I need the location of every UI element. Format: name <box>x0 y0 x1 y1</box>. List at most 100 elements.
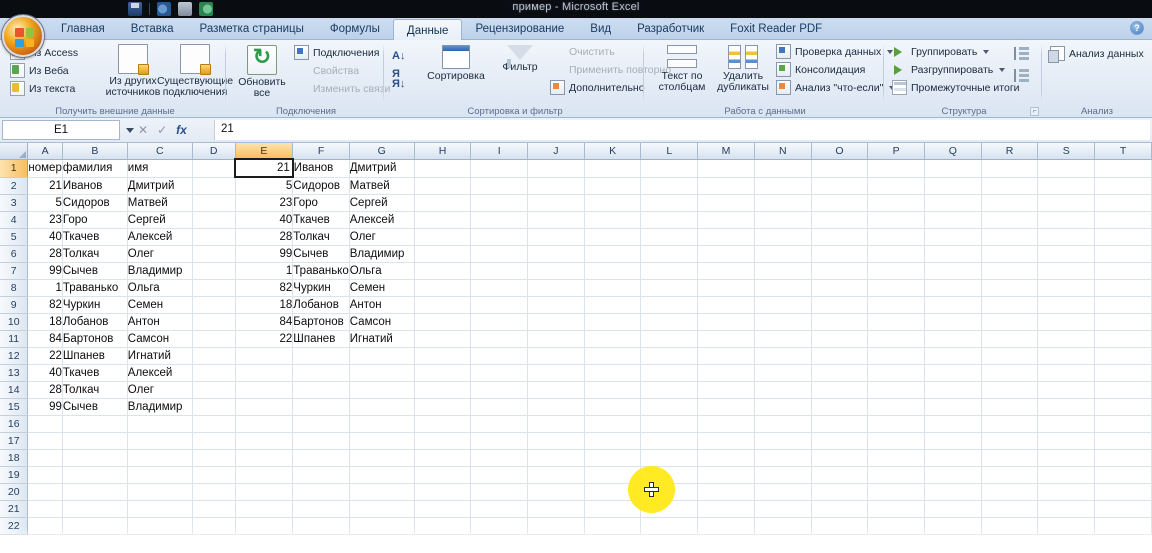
cell-N3[interactable] <box>754 194 812 212</box>
cell-E19[interactable] <box>235 466 294 484</box>
cell-O4[interactable] <box>811 211 869 229</box>
cell-N16[interactable] <box>754 415 812 433</box>
cell-M17[interactable] <box>697 432 755 450</box>
cell-O18[interactable] <box>811 449 869 467</box>
cell-K11[interactable] <box>584 330 642 348</box>
cell-R2[interactable] <box>981 177 1039 195</box>
cell-T8[interactable] <box>1094 279 1152 297</box>
cell-H15[interactable] <box>414 398 472 416</box>
cell-H8[interactable] <box>414 279 472 297</box>
cell-F1[interactable]: Иванов <box>292 159 350 178</box>
cell-J2[interactable] <box>527 177 585 195</box>
cell-T2[interactable] <box>1094 177 1152 195</box>
cell-I16[interactable] <box>470 415 529 433</box>
cell-P22[interactable] <box>867 517 926 535</box>
cell-B9[interactable]: Чуркин <box>62 296 128 314</box>
cell-S6[interactable] <box>1037 245 1096 263</box>
cell-I12[interactable] <box>470 347 529 365</box>
cell-S4[interactable] <box>1037 211 1096 229</box>
cell-T18[interactable] <box>1094 449 1152 467</box>
cell-K10[interactable] <box>584 313 642 331</box>
cell-S21[interactable] <box>1037 500 1096 518</box>
row-header-4[interactable]: 4 <box>0 211 29 229</box>
cell-S15[interactable] <box>1037 398 1096 416</box>
cell-L8[interactable] <box>640 279 699 297</box>
cell-L18[interactable] <box>640 449 699 467</box>
row-header-18[interactable]: 18 <box>0 449 29 467</box>
cell-B20[interactable] <box>62 483 128 501</box>
cell-E11[interactable]: 22 <box>235 330 294 348</box>
cell-B11[interactable]: Бартонов <box>62 330 128 348</box>
cell-N17[interactable] <box>754 432 812 450</box>
cell-H17[interactable] <box>414 432 472 450</box>
cell-R11[interactable] <box>981 330 1039 348</box>
cell-G3[interactable]: Сергей <box>349 194 415 212</box>
cell-B2[interactable]: Иванов <box>62 177 128 195</box>
cell-I3[interactable] <box>470 194 529 212</box>
cell-N10[interactable] <box>754 313 812 331</box>
column-header-r[interactable]: R <box>981 143 1039 160</box>
cell-H14[interactable] <box>414 381 472 399</box>
cell-G18[interactable] <box>349 449 415 467</box>
cell-A18[interactable] <box>27 449 63 467</box>
cell-N19[interactable] <box>754 466 812 484</box>
cell-P10[interactable] <box>867 313 926 331</box>
cell-F14[interactable] <box>292 381 350 399</box>
cell-B6[interactable]: Толкач <box>62 245 128 263</box>
filter-button[interactable]: Фильтр <box>496 45 544 73</box>
cell-R18[interactable] <box>981 449 1039 467</box>
cell-I4[interactable] <box>470 211 529 229</box>
cell-H13[interactable] <box>414 364 472 382</box>
cell-B10[interactable]: Лобанов <box>62 313 128 331</box>
cell-B1[interactable]: фамилия <box>62 159 128 178</box>
cell-O12[interactable] <box>811 347 869 365</box>
row-header-12[interactable]: 12 <box>0 347 29 365</box>
text-to-columns-button[interactable]: Текст по столбцам <box>654 45 710 93</box>
cell-K4[interactable] <box>584 211 642 229</box>
cell-O15[interactable] <box>811 398 869 416</box>
cell-Q5[interactable] <box>924 228 982 246</box>
cell-K14[interactable] <box>584 381 642 399</box>
consolidate-button[interactable]: Консолидация <box>776 62 880 77</box>
cell-J15[interactable] <box>527 398 585 416</box>
cell-R9[interactable] <box>981 296 1039 314</box>
cell-Q4[interactable] <box>924 211 982 229</box>
what-if-analysis-button[interactable]: Анализ "что-если" <box>776 80 896 95</box>
cell-I13[interactable] <box>470 364 529 382</box>
cell-C2[interactable]: Дмитрий <box>127 177 193 195</box>
row-header-7[interactable]: 7 <box>0 262 29 280</box>
cell-P5[interactable] <box>867 228 926 246</box>
cell-B15[interactable]: Сычев <box>62 398 128 416</box>
cell-D6[interactable] <box>192 245 236 263</box>
cell-J14[interactable] <box>527 381 585 399</box>
cell-D4[interactable] <box>192 211 236 229</box>
cell-Q10[interactable] <box>924 313 982 331</box>
column-header-d[interactable]: D <box>192 143 236 160</box>
cell-F3[interactable]: Горо <box>292 194 350 212</box>
cell-B13[interactable]: Ткачев <box>62 364 128 382</box>
cell-G15[interactable] <box>349 398 415 416</box>
cell-D22[interactable] <box>192 517 236 535</box>
cell-Q2[interactable] <box>924 177 982 195</box>
chevron-down-icon[interactable] <box>983 49 990 54</box>
cell-R21[interactable] <box>981 500 1039 518</box>
tab-page-layout[interactable]: Разметка страницы <box>187 18 317 40</box>
cell-F16[interactable] <box>292 415 350 433</box>
cell-K6[interactable] <box>584 245 642 263</box>
cell-C22[interactable] <box>127 517 193 535</box>
cell-M16[interactable] <box>697 415 755 433</box>
cell-P11[interactable] <box>867 330 926 348</box>
cell-I22[interactable] <box>470 517 529 535</box>
cell-A10[interactable]: 18 <box>27 313 63 331</box>
refresh-all-button[interactable]: Обновить все <box>236 44 288 99</box>
cell-O10[interactable] <box>811 313 869 331</box>
cell-O8[interactable] <box>811 279 869 297</box>
cell-Q17[interactable] <box>924 432 982 450</box>
cell-M6[interactable] <box>697 245 755 263</box>
cell-O7[interactable] <box>811 262 869 280</box>
cell-J11[interactable] <box>527 330 585 348</box>
cell-C1[interactable]: имя <box>127 159 193 178</box>
cell-B8[interactable]: Траванько <box>62 279 128 297</box>
cell-R17[interactable] <box>981 432 1039 450</box>
cell-E13[interactable] <box>235 364 294 382</box>
